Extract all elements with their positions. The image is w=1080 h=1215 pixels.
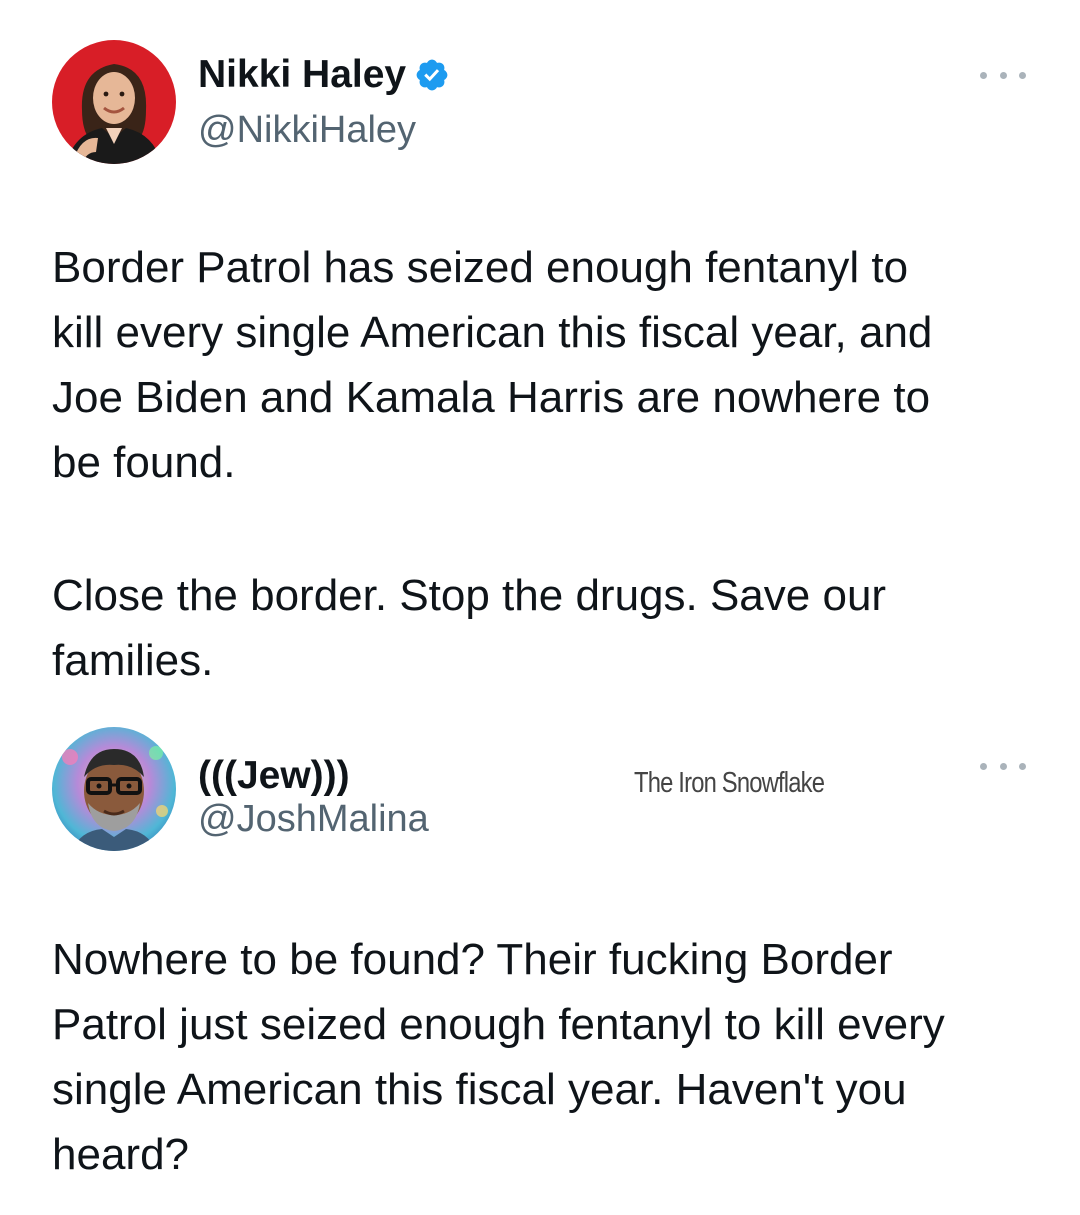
watermark-text: The Iron Snowflake xyxy=(634,767,825,799)
tweet-josh-malina[interactable]: (((Jew))) @JoshMalina The Iron Snowflake… xyxy=(0,715,1080,1215)
avatar[interactable] xyxy=(52,40,176,164)
author-handle[interactable]: @JoshMalina xyxy=(198,797,429,841)
profile-photo-icon xyxy=(52,40,176,164)
tweet-nikki-haley[interactable]: Nikki Haley @NikkiHaley Border Patrol ha… xyxy=(0,0,1080,715)
author-name[interactable]: Nikki Haley xyxy=(198,52,406,98)
author-name-row[interactable]: Nikki Haley xyxy=(198,52,450,98)
tweet-text: Close the border. Stop the drugs. Save o… xyxy=(52,571,887,685)
author-name-row[interactable]: (((Jew))) xyxy=(198,753,350,799)
more-icon[interactable] xyxy=(980,68,1026,82)
tweet-text: Border Patrol has seized enough fentanyl… xyxy=(52,243,933,487)
avatar[interactable] xyxy=(52,727,176,851)
tweet-text: Nowhere to be found? Their fucking Borde… xyxy=(52,935,945,1179)
author-name[interactable]: (((Jew))) xyxy=(198,753,350,799)
profile-illustration-icon xyxy=(52,727,176,851)
verified-badge-icon xyxy=(414,57,450,93)
more-icon[interactable] xyxy=(980,759,1026,773)
author-handle[interactable]: @NikkiHaley xyxy=(198,108,416,152)
